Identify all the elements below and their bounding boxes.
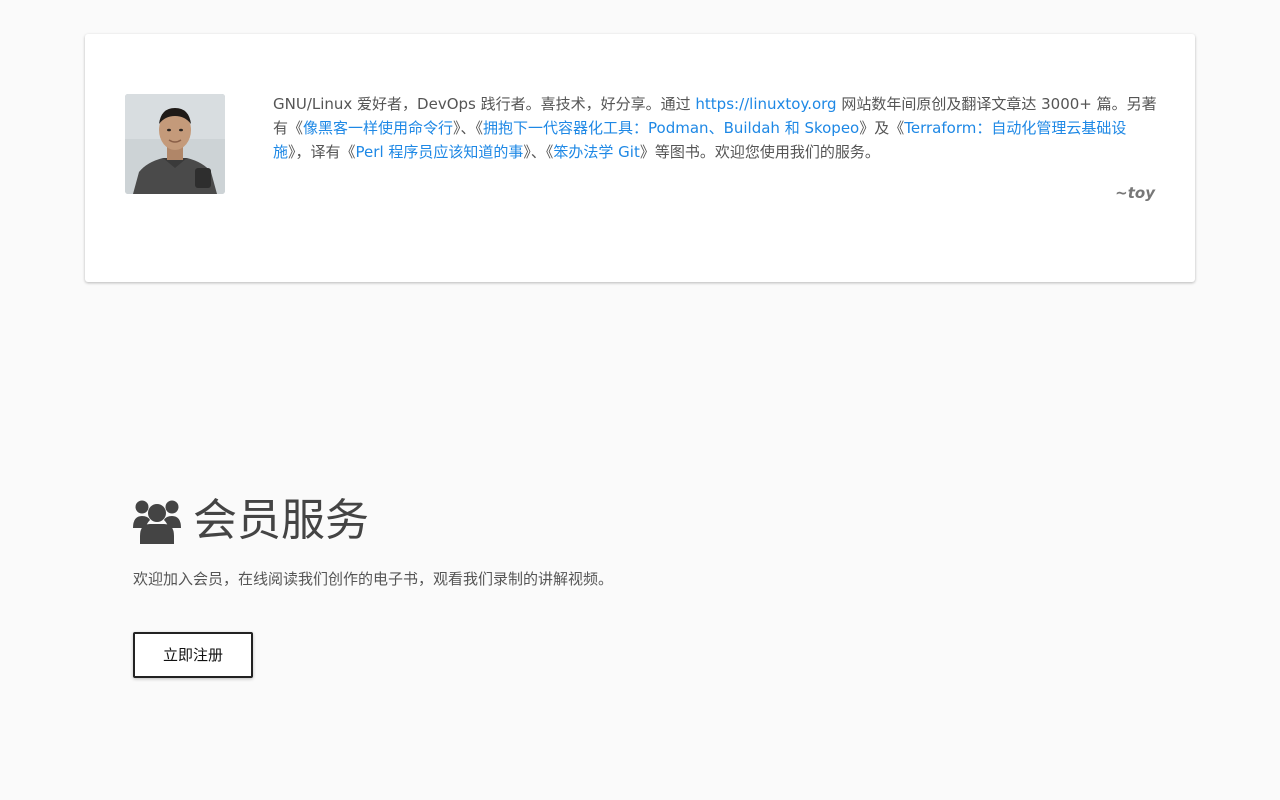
book-link-perl[interactable]: Perl 程序员应该知道的事 [356,143,524,161]
book-link-git[interactable]: 笨办法学 Git [553,143,639,161]
book-link-command-line[interactable]: 像黑客一样使用命令行 [303,119,453,137]
users-icon [133,500,181,544]
membership-heading: 会员服务 [133,492,1133,550]
avatar-photo [125,94,225,194]
linuxtoy-link[interactable]: https://linuxtoy.org [695,95,836,113]
author-bio: GNU/Linux 爱好者，DevOps 践行者。喜技术，好分享。通过 http… [273,92,1159,164]
bio-text: 》、《 [453,119,484,137]
author-avatar [125,94,225,194]
register-button[interactable]: 立即注册 [133,632,253,678]
bio-text: 》等图书。欢迎您使用我们的服务。 [639,143,880,161]
membership-description: 欢迎加入会员，在线阅读我们创作的电子书，观看我们录制的讲解视频。 [133,570,614,588]
bio-text: 》，译有《 [288,143,356,161]
bio-text: 》及《 [859,119,905,137]
membership-section: 会员服务 欢迎加入会员，在线阅读我们创作的电子书，观看我们录制的讲解视频。 立即… [133,492,1133,678]
book-link-podman[interactable]: 拥抱下一代容器化工具：Podman、Buildah 和 Skopeo [483,119,859,137]
membership-title: 会员服务 [193,495,369,546]
author-signature: ~toy [1115,184,1155,202]
bio-text: 》、《 [523,143,554,161]
author-card: GNU/Linux 爱好者，DevOps 践行者。喜技术，好分享。通过 http… [85,34,1195,282]
bio-text: GNU/Linux 爱好者，DevOps 践行者。喜技术，好分享。通过 [273,95,696,113]
